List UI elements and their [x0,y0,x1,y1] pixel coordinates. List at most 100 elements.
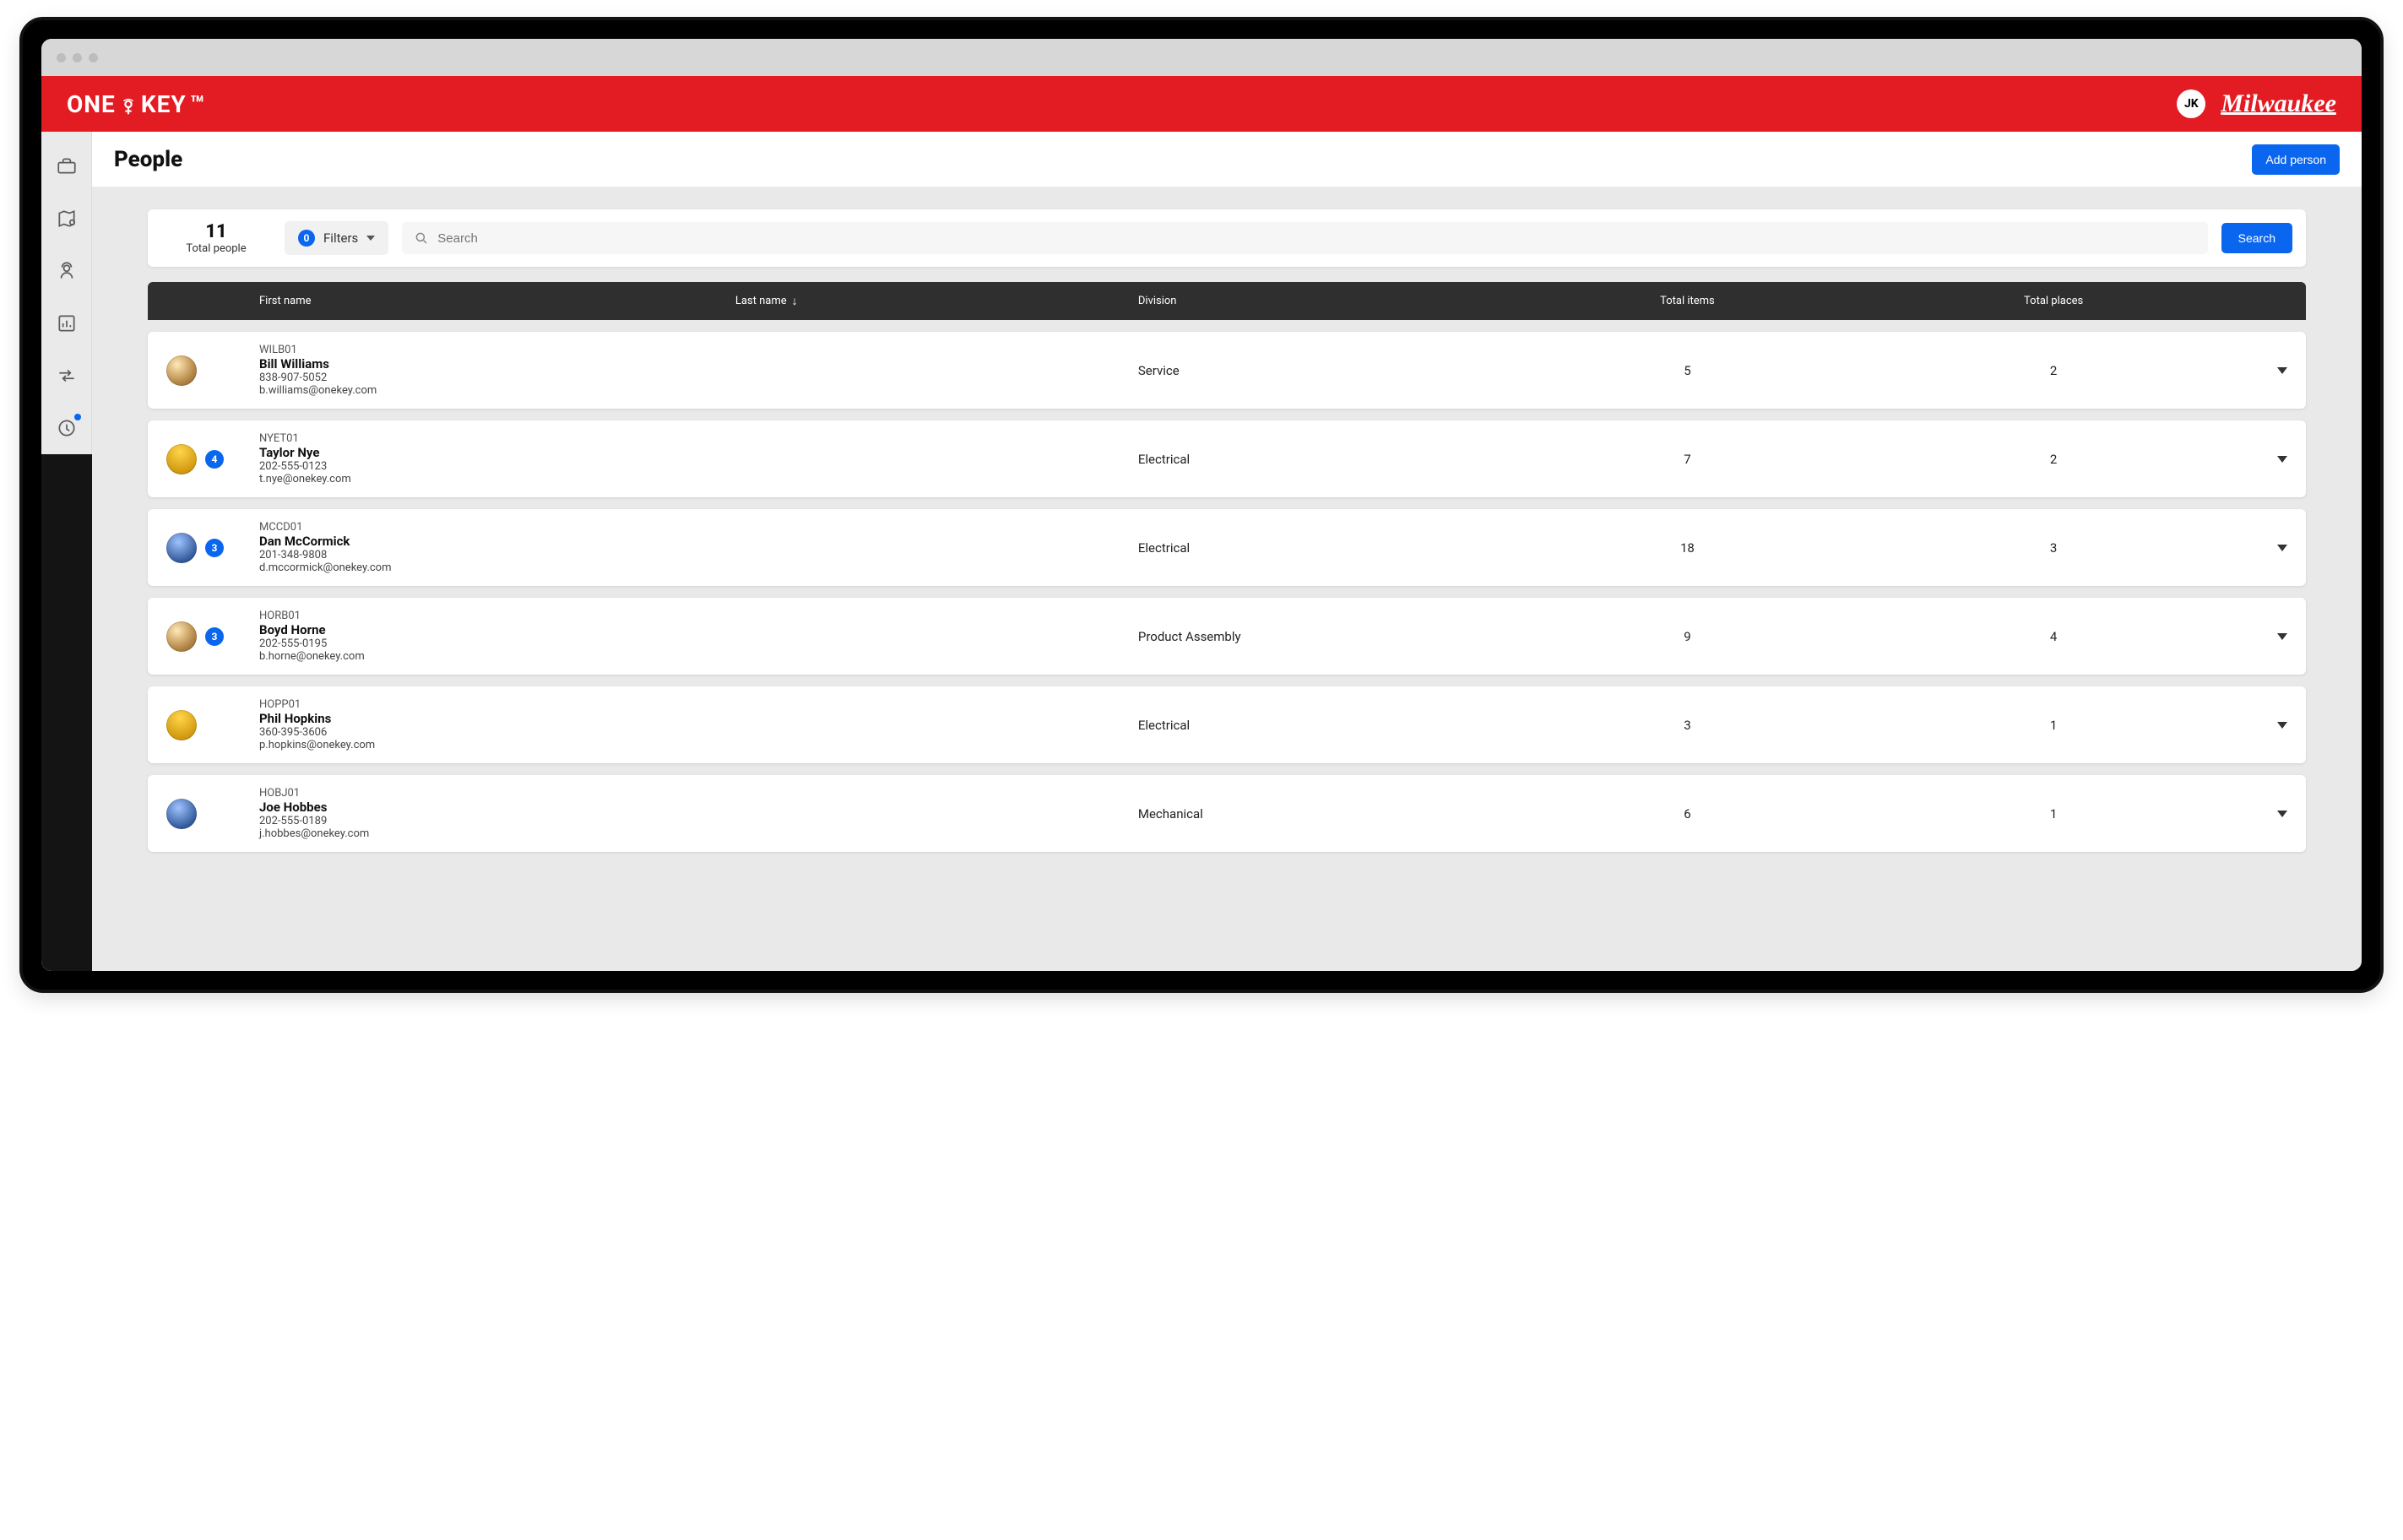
sidebar-item-alerts[interactable] [47,409,86,447]
sidebar-dark-area [41,454,92,971]
table-row[interactable]: 4 NYET01Taylor Nye202-555-0123t.nye@oneke… [148,420,2306,497]
expand-cell [2237,811,2287,817]
expand-row-icon[interactable] [2277,367,2287,374]
expand-cell [2237,367,2287,374]
table-row[interactable]: HOPP01Phil Hopkins360-395-3606p.hopkins@… [148,686,2306,763]
person-phone: 202-555-0123 [259,460,735,473]
person-email: j.hobbes@onekey.com [259,827,735,840]
app-body: People Add person 11 Total people 0 Filt… [41,132,2362,971]
table-header: First name Last name ↓ Division Total it… [148,282,2306,320]
window-dot [57,53,66,62]
total-places-cell: 1 [1870,806,2237,822]
search-input[interactable] [437,231,2195,246]
search-icon [414,230,429,246]
add-person-button[interactable]: Add person [2252,144,2340,175]
avatar [166,710,197,740]
brand-key-icon [119,95,138,113]
avatar [166,621,197,652]
expand-row-icon[interactable] [2277,811,2287,817]
table-row[interactable]: 3MCCD01Dan McCormick201-348-9808d.mccorm… [148,509,2306,586]
division-cell: Electrical [1138,718,1505,733]
user-avatar[interactable]: JK [2177,89,2205,118]
person-name: Phil Hopkins [259,711,735,726]
person-code: HORB01 [259,610,735,622]
toolbox-icon [56,155,78,177]
name-cell: HORB01Boyd Horne202-555-0195b.horne@onek… [259,610,735,663]
total-number: 11 [161,221,271,242]
person-phone: 202-555-0195 [259,637,735,650]
person-code: NYET01 [259,432,735,445]
window-dot [73,53,82,62]
person-email: t.nye@onekey.com [259,473,735,485]
expand-row-icon[interactable] [2277,456,2287,463]
expand-row-icon[interactable] [2277,545,2287,551]
col-division[interactable]: Division [1138,295,1505,307]
sidebar [41,132,92,971]
person-email: d.mccormick@onekey.com [259,561,735,574]
total-places-cell: 1 [1870,718,2237,733]
person-name: Dan McCormick [259,534,735,549]
person-name: Bill Williams [259,356,735,371]
expand-cell [2237,545,2287,551]
row-badge: 3 [205,539,224,557]
brand-text-one: ONE [67,90,116,118]
avatar-cell: 3 [166,533,259,563]
brand-text-key: KEY [141,90,187,118]
total-places-cell: 2 [1870,363,2237,378]
name-cell: HOPP01Phil Hopkins360-395-3606p.hopkins@… [259,698,735,751]
avatar-cell: 4 [166,444,259,474]
device-inner: ONE KEY™ JK Milwaukee [41,39,2362,971]
alert-clock-icon [56,417,78,439]
chevron-down-icon [366,236,375,241]
person-email: b.williams@onekey.com [259,384,735,397]
person-phone: 838-907-5052 [259,371,735,384]
transfer-arrows-icon [56,365,78,387]
total-places-cell: 3 [1870,540,2237,556]
division-cell: Electrical [1138,452,1505,467]
sidebar-item-toolbox[interactable] [47,147,86,186]
person-code: HOBJ01 [259,787,735,800]
expand-row-icon[interactable] [2277,722,2287,729]
filters-count-badge: 0 [298,230,315,247]
expand-cell [2237,456,2287,463]
person-name: Joe Hobbes [259,800,735,815]
window-dot [89,53,98,62]
row-badge: 3 [205,627,224,646]
person-code: HOPP01 [259,698,735,711]
col-total-places[interactable]: Total places [1870,295,2237,307]
col-total-items[interactable]: Total items [1505,295,1871,307]
person-hardhat-icon [56,260,78,282]
brand-onekey: ONE KEY™ [67,90,205,118]
avatar [166,799,197,829]
expand-cell [2237,633,2287,640]
name-cell: NYET01Taylor Nye202-555-0123t.nye@onekey… [259,432,735,485]
avatar-cell [166,710,259,740]
total-items-cell: 5 [1505,363,1871,378]
filter-card: 11 Total people 0 Filters [148,209,2306,267]
brand-milwaukee-logo: Milwaukee [2221,89,2336,118]
table-row[interactable]: 3 HORB01Boyd Horne202-555-0195b.horne@one… [148,598,2306,675]
sidebar-item-people[interactable] [47,252,86,290]
col-first-name[interactable]: First name [259,295,735,307]
avatar-cell [166,799,259,829]
table-row[interactable]: HOBJ01Joe Hobbes202-555-0189j.hobbes@one… [148,775,2306,852]
map-pin-icon [56,208,78,230]
person-code: MCCD01 [259,521,735,534]
filters-button[interactable]: 0 Filters [285,221,388,255]
col-last-name[interactable]: Last name ↓ [735,294,1138,308]
table-row[interactable]: WILB01Bill Williams838-907-5052b.william… [148,332,2306,409]
row-badge: 4 [205,450,224,469]
total-places-cell: 4 [1870,629,2237,644]
search-button[interactable]: Search [2221,223,2292,253]
total-items-cell: 9 [1505,629,1871,644]
person-phone: 360-395-3606 [259,726,735,739]
division-cell: Electrical [1138,540,1505,556]
sidebar-item-reports[interactable] [47,304,86,343]
expand-row-icon[interactable] [2277,633,2287,640]
avatar-cell: 3 [166,621,259,652]
avatar [166,533,197,563]
sidebar-item-transfers[interactable] [47,356,86,395]
search-wrap [402,222,2207,254]
sidebar-item-map[interactable] [47,199,86,238]
sort-down-icon: ↓ [792,294,798,308]
